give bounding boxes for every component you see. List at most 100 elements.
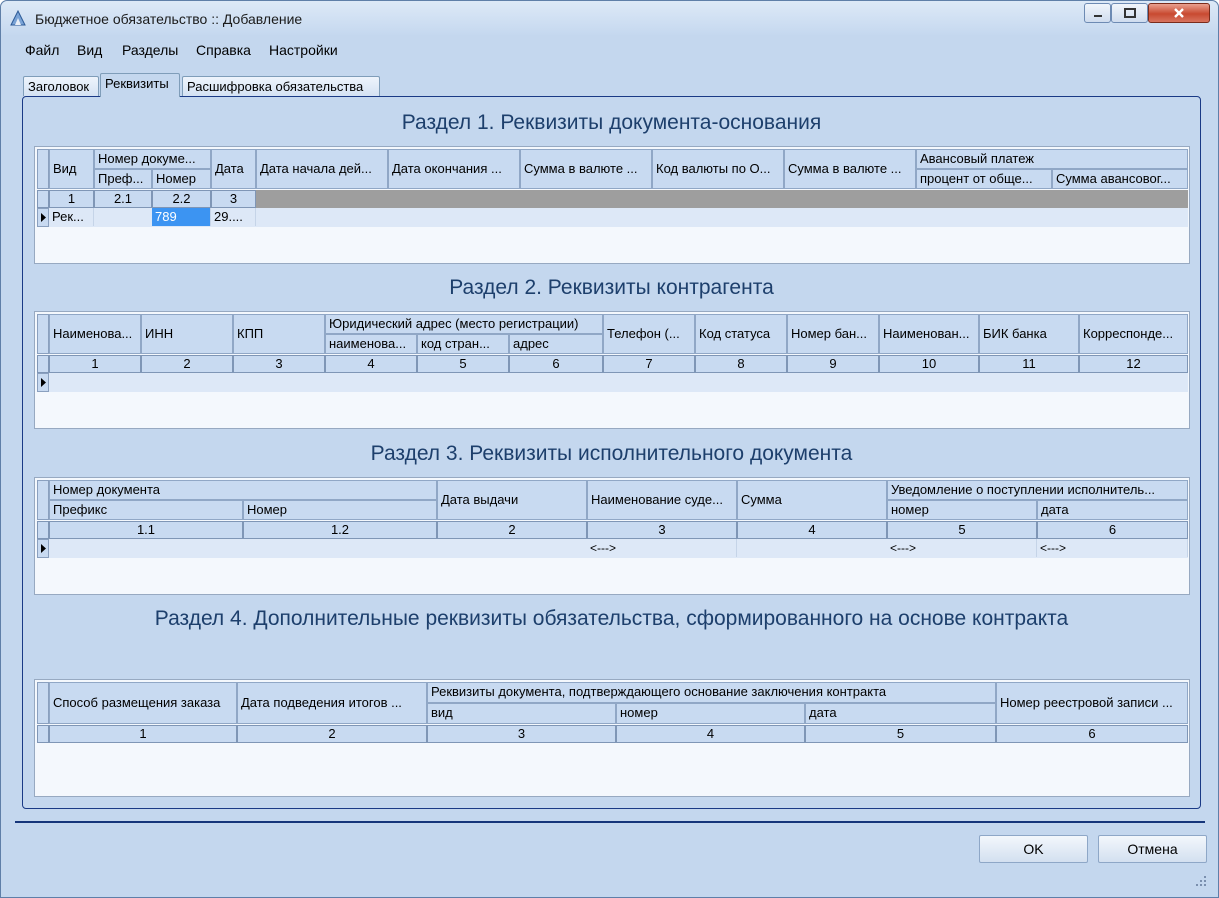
- num-cell: 3: [587, 521, 737, 539]
- row-court[interactable]: <--->: [587, 539, 737, 557]
- row-date[interactable]: 29....: [211, 208, 256, 226]
- col-doc-type[interactable]: вид: [427, 703, 616, 724]
- num-cell: 1: [49, 190, 94, 208]
- num-cell: 1.1: [49, 521, 243, 539]
- section2-title: Раздел 2. Реквизиты контрагента: [449, 276, 774, 299]
- col-group-number[interactable]: Номер докуме...: [94, 149, 211, 169]
- col-addr-country[interactable]: код стран...: [417, 334, 509, 354]
- col-bik[interactable]: БИК банка: [979, 314, 1079, 354]
- section1-grid: Вид Номер докуме... Преф... Номер Дата Д…: [34, 146, 1190, 264]
- col-corr[interactable]: Корреспонде...: [1079, 314, 1188, 354]
- cancel-button[interactable]: Отмена: [1098, 835, 1207, 863]
- col-method[interactable]: Способ размещения заказа: [49, 682, 237, 724]
- col-inn[interactable]: ИНН: [141, 314, 233, 354]
- col-group-notice[interactable]: Уведомление о поступлении исполнитель...: [887, 480, 1188, 500]
- maximize-button[interactable]: [1111, 3, 1148, 23]
- close-icon: [1174, 8, 1184, 18]
- num-cell: 10: [879, 355, 979, 373]
- col-number[interactable]: Номер: [152, 169, 211, 189]
- col-vid[interactable]: Вид: [49, 149, 94, 189]
- col-bank-name[interactable]: Наименован...: [879, 314, 979, 354]
- tab-header[interactable]: Заголовок: [23, 76, 99, 96]
- minimize-button[interactable]: [1084, 3, 1111, 23]
- num-cell: 2: [437, 521, 587, 539]
- col-currency-code[interactable]: Код валюты по О...: [652, 149, 784, 189]
- num-cell: 1: [49, 355, 141, 373]
- separator-line: [15, 821, 1205, 823]
- num-cell: 7: [603, 355, 695, 373]
- col-addr-name[interactable]: наименова...: [325, 334, 417, 354]
- row-indicator[interactable]: [37, 373, 49, 392]
- header-corner: [37, 682, 49, 724]
- dialog-client: Файл Вид Разделы Справка Настройки Загол…: [9, 35, 1211, 891]
- menu-settings[interactable]: Настройки: [269, 42, 338, 58]
- col-group-doc-number[interactable]: Номер документа: [49, 480, 437, 500]
- menu-help[interactable]: Справка: [196, 42, 251, 58]
- requisites-panel: Раздел 1. Реквизиты документа-основания …: [22, 96, 1201, 809]
- col-date[interactable]: Дата: [211, 149, 256, 189]
- col-kpp[interactable]: КПП: [233, 314, 325, 354]
- row-notice-date[interactable]: <--->: [1037, 539, 1188, 557]
- col-name[interactable]: Наименова...: [49, 314, 141, 354]
- menu-view[interactable]: Вид: [77, 42, 102, 58]
- col-advance-percent[interactable]: процент от обще...: [916, 169, 1052, 189]
- row-indicator[interactable]: [37, 208, 49, 227]
- col-notice-date[interactable]: дата: [1037, 500, 1188, 520]
- col-issue-date[interactable]: Дата выдачи: [437, 480, 587, 520]
- row-notice-number[interactable]: <--->: [887, 539, 1037, 557]
- row-indicator[interactable]: [37, 539, 49, 558]
- num-corner: [37, 355, 49, 373]
- num-corner: [37, 190, 49, 208]
- section3-title: Раздел 3. Реквизиты исполнительного доку…: [370, 442, 853, 465]
- row-vid[interactable]: Рек...: [49, 208, 94, 226]
- num-cell: 11: [979, 355, 1079, 373]
- resize-grip-icon[interactable]: [1195, 875, 1207, 887]
- num-cell: 8: [695, 355, 787, 373]
- col-registry-number[interactable]: Номер реестровой записи ...: [996, 682, 1188, 724]
- maximize-icon: [1123, 8, 1136, 18]
- close-button[interactable]: [1148, 3, 1210, 23]
- header-corner: [37, 480, 49, 520]
- table-row: [49, 373, 1188, 392]
- col-phone[interactable]: Телефон (...: [603, 314, 695, 354]
- num-row-empty: [256, 190, 1188, 208]
- section3-grid: Номер документа Префикс Номер Дата выдач…: [34, 477, 1190, 595]
- num-cell: 6: [509, 355, 603, 373]
- col-doc-number[interactable]: номер: [616, 703, 805, 724]
- col-court[interactable]: Наименование суде...: [587, 480, 737, 520]
- col-sum-currency-2[interactable]: Сумма в валюте ...: [784, 149, 916, 189]
- num-corner: [37, 725, 49, 743]
- col-number[interactable]: Номер: [243, 500, 437, 520]
- header-corner: [37, 314, 49, 354]
- col-bank-number[interactable]: Номер бан...: [787, 314, 879, 354]
- col-group-advance[interactable]: Авансовый платеж: [916, 149, 1188, 169]
- col-sum-currency[interactable]: Сумма в валюте ...: [520, 149, 652, 189]
- tab-requisites[interactable]: Реквизиты: [100, 73, 180, 97]
- col-doc-date[interactable]: дата: [805, 703, 996, 724]
- col-sum[interactable]: Сумма: [737, 480, 887, 520]
- section1-title: Раздел 1. Реквизиты документа-основания: [401, 111, 822, 134]
- section2-grid: Наименова... ИНН КПП Юридический адрес (…: [34, 311, 1190, 429]
- row-pointer-icon: [41, 544, 46, 553]
- col-start-date[interactable]: Дата начала дей...: [256, 149, 388, 189]
- ok-button[interactable]: OK: [979, 835, 1088, 863]
- col-group-contract-doc[interactable]: Реквизиты документа, подтверждающего осн…: [427, 682, 996, 703]
- col-notice-number[interactable]: номер: [887, 500, 1037, 520]
- num-cell: 2.1: [94, 190, 152, 208]
- menu-sections[interactable]: Разделы: [122, 42, 178, 58]
- col-advance-sum[interactable]: Сумма авансовог...: [1052, 169, 1188, 189]
- title-bar: Бюджетное обязательство :: Добавление: [1, 1, 1218, 35]
- col-addr[interactable]: адрес: [509, 334, 603, 354]
- num-cell: 4: [325, 355, 417, 373]
- row-pointer-icon: [41, 378, 46, 387]
- col-summary-date[interactable]: Дата подведения итогов ...: [237, 682, 427, 724]
- col-end-date[interactable]: Дата окончания ...: [388, 149, 520, 189]
- menu-file[interactable]: Файл: [25, 42, 59, 58]
- col-prefix[interactable]: Префикс: [49, 500, 243, 520]
- col-status[interactable]: Код статуса: [695, 314, 787, 354]
- col-group-address[interactable]: Юридический адрес (место регистрации): [325, 314, 603, 334]
- row-number[interactable]: 789: [152, 208, 211, 226]
- num-cell: 9: [787, 355, 879, 373]
- tab-breakdown[interactable]: Расшифровка обязательства: [182, 76, 380, 96]
- col-prefix[interactable]: Преф...: [94, 169, 152, 189]
